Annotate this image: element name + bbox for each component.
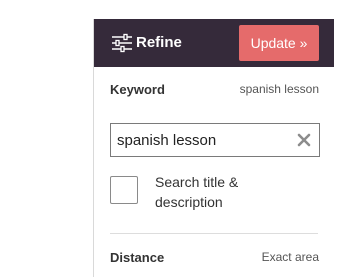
sliders-icon bbox=[112, 33, 132, 53]
keyword-label: Keyword bbox=[110, 82, 165, 97]
refine-panel: Refine Update » Keyword spanish lesson S… bbox=[93, 19, 334, 277]
refine-header: Refine Update » bbox=[94, 19, 334, 67]
distance-summary: Exact area bbox=[261, 250, 319, 264]
keyword-field[interactable] bbox=[110, 123, 320, 157]
update-button[interactable]: Update » bbox=[239, 25, 319, 61]
section-divider bbox=[110, 233, 318, 234]
search-title-description-label[interactable]: Search title & description bbox=[155, 172, 275, 212]
distance-label: Distance bbox=[110, 250, 165, 265]
refine-title: Refine bbox=[136, 34, 182, 51]
clear-x-icon[interactable] bbox=[297, 133, 311, 147]
keyword-summary: spanish lesson bbox=[239, 82, 319, 96]
search-title-description-checkbox[interactable] bbox=[110, 176, 138, 204]
keyword-input[interactable] bbox=[117, 124, 287, 156]
